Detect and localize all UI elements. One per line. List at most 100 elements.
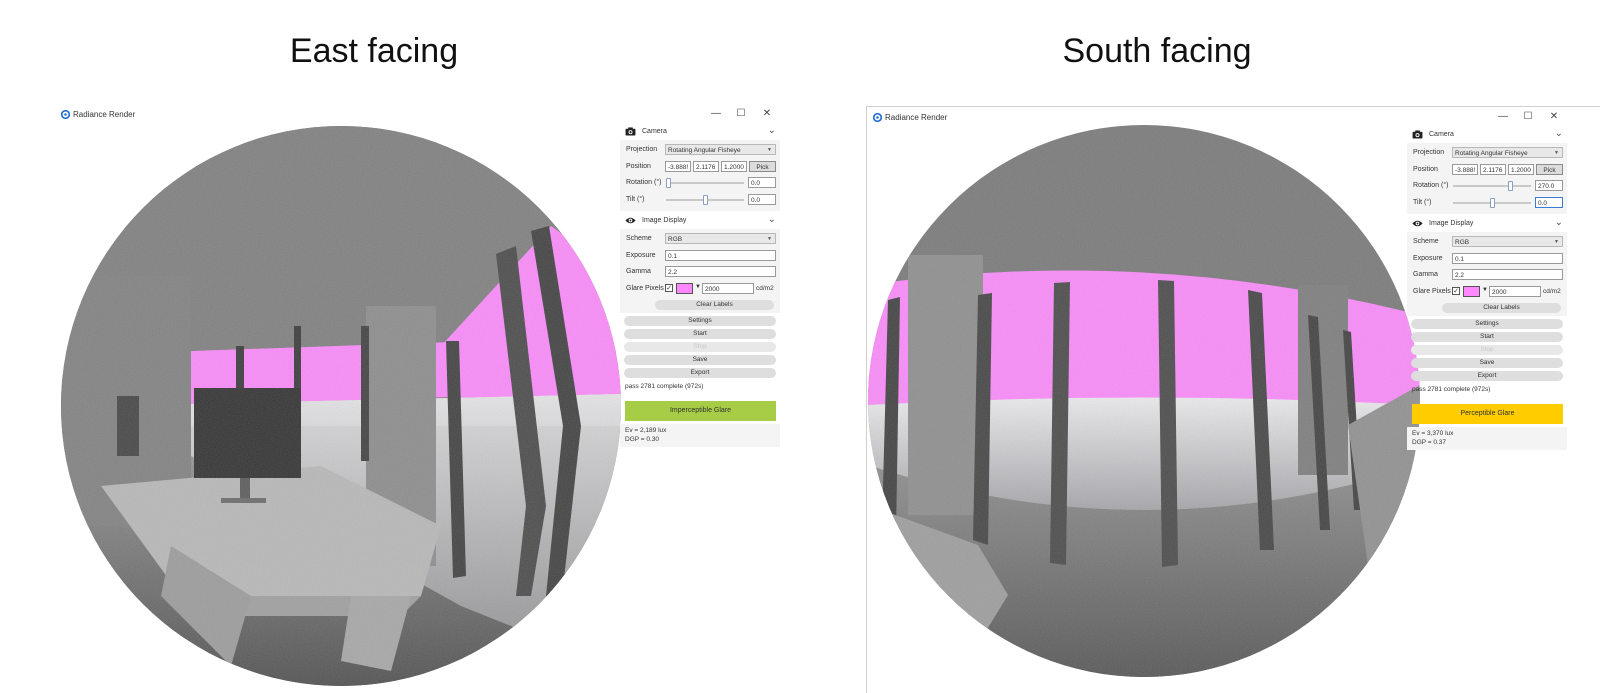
scheme-row: Scheme RGB ▼ — [620, 231, 780, 248]
tilt-slider-thumb[interactable] — [1489, 197, 1495, 208]
projection-row: Projection Rotating Angular Fisheye ▼ — [620, 142, 780, 159]
export-button[interactable]: Export — [624, 368, 776, 378]
maximize-button[interactable]: ☐ — [730, 106, 752, 122]
rotation-input[interactable]: 270.0 — [1535, 180, 1563, 191]
glare-pixels-label: Glare Pixels — [626, 284, 664, 292]
tilt-label: Tilt (°) — [626, 195, 645, 203]
color-dropdown-arrow-icon[interactable]: ▼ — [695, 284, 701, 290]
scheme-dropdown[interactable]: RGB ▼ — [1452, 236, 1563, 247]
tilt-input[interactable]: 0.0 — [748, 193, 776, 205]
tilt-row: Tilt (°) 0.0 — [1407, 195, 1567, 212]
image-display-section-header[interactable]: Image Display ⌄ — [620, 213, 780, 229]
export-button[interactable]: Export — [1411, 371, 1563, 381]
exposure-row: Exposure 0.1 — [1407, 251, 1567, 268]
close-button[interactable]: ✕ — [1543, 109, 1565, 125]
glare-pixels-label: Glare Pixels — [1413, 287, 1451, 295]
gamma-label: Gamma — [1413, 271, 1438, 278]
settings-button[interactable]: Settings — [1411, 319, 1563, 329]
chevron-down-icon[interactable]: ⌄ — [1555, 217, 1563, 228]
glare-unit: cd/m2 — [756, 284, 774, 292]
gamma-input[interactable]: 2.2 — [665, 266, 776, 277]
ev-value: Ev = 2,189 lux — [625, 427, 667, 434]
clear-labels-button[interactable]: Clear Labels — [1442, 303, 1561, 313]
image-display-section: Scheme RGB ▼ Exposure 0.1 Gamma 2.2 Glare… — [620, 229, 780, 313]
projection-dropdown[interactable]: Rotating Angular Fisheye ▼ — [665, 144, 776, 155]
glare-color-swatch[interactable] — [1463, 285, 1480, 297]
camera-section-header[interactable]: Camera ⌄ — [1407, 127, 1567, 143]
chevron-down-icon[interactable]: ⌄ — [768, 125, 776, 136]
gamma-label: Gamma — [626, 268, 651, 275]
glare-threshold-input[interactable]: 2000 — [1489, 285, 1541, 297]
minimize-button[interactable]: — — [705, 106, 727, 122]
start-button[interactable]: Start — [1411, 332, 1563, 342]
glare-pixels-checkbox[interactable]: ✓ — [665, 283, 673, 292]
gamma-row: Gamma 2.2 — [1407, 267, 1567, 284]
status-text: pass 2781 complete (972s) — [1412, 386, 1491, 393]
image-display-section-title: Image Display — [1429, 220, 1474, 227]
glare-color-swatch[interactable] — [676, 282, 693, 294]
pick-button[interactable]: Pick — [749, 160, 776, 172]
maximize-button[interactable]: ☐ — [1517, 109, 1539, 125]
dropdown-arrow-icon: ▼ — [1554, 239, 1559, 245]
stop-button[interactable]: Stop — [1411, 345, 1563, 355]
stop-button[interactable]: Stop — [624, 342, 776, 352]
tilt-input[interactable]: 0.0 — [1535, 196, 1563, 208]
rotation-slider-thumb[interactable] — [666, 178, 671, 188]
tilt-slider[interactable] — [666, 194, 744, 205]
rotation-slider[interactable] — [666, 178, 744, 188]
color-dropdown-arrow-icon[interactable]: ▼ — [1482, 287, 1488, 293]
tilt-slider[interactable] — [1453, 197, 1531, 208]
position-x-input[interactable]: -3.888! — [1452, 163, 1478, 175]
control-panel: Camera ⌄ Projection Rotating Angular Fis… — [620, 122, 780, 447]
rotation-slider-thumb[interactable] — [1507, 181, 1513, 191]
minimize-button[interactable]: — — [1492, 109, 1514, 125]
position-x-input[interactable]: -3.888! — [665, 160, 691, 172]
position-z-input[interactable]: 1.2000 — [721, 160, 747, 172]
render-scene-east — [61, 126, 621, 686]
camera-section-header[interactable]: Camera ⌄ — [620, 124, 780, 140]
settings-button[interactable]: Settings — [624, 316, 776, 326]
glare-pixels-checkbox[interactable]: ✓ — [1452, 286, 1460, 295]
glare-pixels-row: Glare Pixels ✓ ▼ 2000 cd/m2 — [1407, 284, 1567, 301]
app-title: Radiance Render — [885, 113, 948, 122]
exposure-input[interactable]: 0.1 — [665, 249, 776, 261]
pick-button[interactable]: Pick — [1536, 163, 1563, 175]
scheme-row: Scheme RGB ▼ — [1407, 234, 1567, 251]
south-facing-heading: South facing — [1062, 32, 1252, 70]
radiance-logo-icon — [873, 113, 882, 122]
glare-threshold-input[interactable]: 2000 — [702, 282, 754, 294]
projection-value: Rotating Angular Fisheye — [668, 147, 741, 154]
fisheye-render-image[interactable] — [868, 125, 1420, 677]
dgp-value: DGP = 0.37 — [1412, 439, 1447, 446]
camera-icon — [1412, 130, 1423, 139]
close-button[interactable]: ✕ — [756, 106, 778, 122]
rotation-label: Rotation (°) — [1413, 182, 1449, 189]
image-display-section-title: Image Display — [642, 217, 687, 224]
fisheye-render-image[interactable] — [61, 126, 621, 686]
clear-labels-button[interactable]: Clear Labels — [655, 300, 774, 310]
scheme-dropdown[interactable]: RGB ▼ — [665, 233, 776, 244]
rotation-label: Rotation (°) — [626, 179, 662, 186]
glare-metrics: Ev = 3,370 lux DGP = 0.37 — [1407, 427, 1567, 450]
position-y-input[interactable]: 2.1176 — [1480, 163, 1506, 175]
position-y-input[interactable]: 2.1176 — [693, 160, 719, 172]
camera-icon — [625, 127, 636, 136]
save-button[interactable]: Save — [624, 355, 776, 365]
gamma-input[interactable]: 2.2 — [1452, 269, 1563, 280]
radiance-render-window-south: Radiance Render — ☐ ✕ Camera ⌄ Projectio… — [866, 106, 1600, 693]
rotation-slider[interactable] — [1453, 181, 1531, 191]
exposure-row: Exposure 0.1 — [620, 248, 780, 265]
start-button[interactable]: Start — [624, 329, 776, 339]
rotation-input[interactable]: 0.0 — [748, 177, 776, 188]
projection-dropdown[interactable]: Rotating Angular Fisheye ▼ — [1452, 147, 1563, 158]
exposure-input[interactable]: 0.1 — [1452, 252, 1563, 264]
position-z-input[interactable]: 1.2000 — [1508, 163, 1534, 175]
tilt-slider-thumb[interactable] — [702, 194, 708, 205]
eye-icon — [1412, 220, 1423, 227]
chevron-down-icon[interactable]: ⌄ — [768, 214, 776, 225]
radiance-render-window-east: Radiance Render — ☐ ✕ Camera ⌄ Projectio… — [55, 104, 795, 692]
rotation-row: Rotation (°) 270.0 — [1407, 178, 1567, 195]
chevron-down-icon[interactable]: ⌄ — [1555, 128, 1563, 139]
image-display-section-header[interactable]: Image Display ⌄ — [1407, 216, 1567, 232]
save-button[interactable]: Save — [1411, 358, 1563, 368]
